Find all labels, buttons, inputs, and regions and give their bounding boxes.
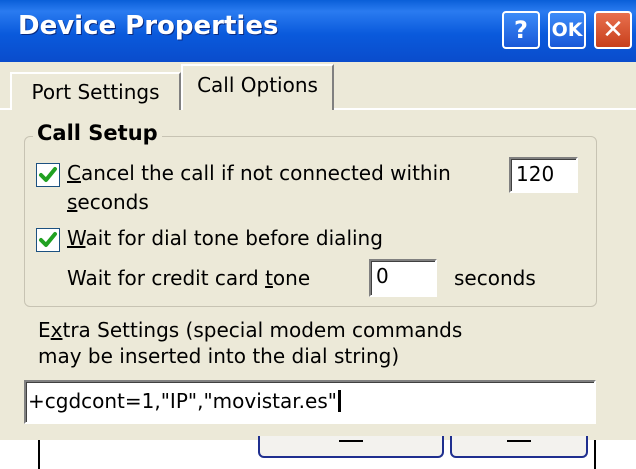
ok-label: OK	[551, 19, 583, 41]
tab-port-settings-label: Port Settings	[31, 80, 160, 104]
button-dash	[507, 440, 531, 442]
tab-call-options[interactable]: Call Options	[181, 64, 334, 110]
background-button-right[interactable]	[450, 436, 588, 458]
wait-dial-tone-checkbox[interactable]	[36, 228, 60, 252]
cancel-call-checkbox[interactable]	[36, 163, 60, 187]
background-button-left[interactable]	[258, 436, 444, 458]
extra-settings-label: Extra Settings (special modem commands	[38, 318, 463, 342]
device-properties-window: Device Properties ? OK ✕ Port Settings C…	[0, 0, 636, 440]
cancel-call-label[interactable]: Cancel the call if not connected within	[67, 161, 451, 185]
close-icon: ✕	[602, 15, 624, 45]
close-button[interactable]: ✕	[594, 11, 632, 49]
checkmark-icon	[39, 232, 57, 247]
window-title: Device Properties	[18, 11, 279, 41]
title-bar: Device Properties ? OK ✕	[0, 0, 636, 62]
ok-button[interactable]: OK	[548, 11, 586, 49]
checkmark-icon	[39, 167, 57, 182]
cancel-call-seconds-field[interactable]: 120	[509, 157, 578, 193]
help-icon: ?	[514, 16, 528, 44]
credit-card-seconds-field[interactable]: 0	[369, 259, 437, 297]
tab-call-options-label: Call Options	[197, 73, 318, 97]
button-dash	[339, 440, 363, 442]
wait-dial-tone-label[interactable]: Wait for dial tone before dialing	[67, 226, 383, 250]
call-setup-heading: Call Setup	[33, 121, 162, 145]
extra-settings-input[interactable]: +cgdcont=1,"IP","movistar.es"	[24, 380, 596, 424]
extra-settings-hint: may be inserted into the dial string)	[38, 344, 400, 368]
text-cursor	[337, 390, 341, 412]
tab-port-settings[interactable]: Port Settings	[10, 72, 181, 110]
cancel-call-seconds-label: seconds	[67, 190, 149, 214]
extra-settings-value: +cgdcont=1,"IP","movistar.es"	[28, 389, 337, 413]
credit-card-seconds-unit: seconds	[454, 266, 536, 290]
help-button[interactable]: ?	[502, 11, 540, 49]
credit-card-tone-label: Wait for credit card tone	[67, 266, 311, 290]
